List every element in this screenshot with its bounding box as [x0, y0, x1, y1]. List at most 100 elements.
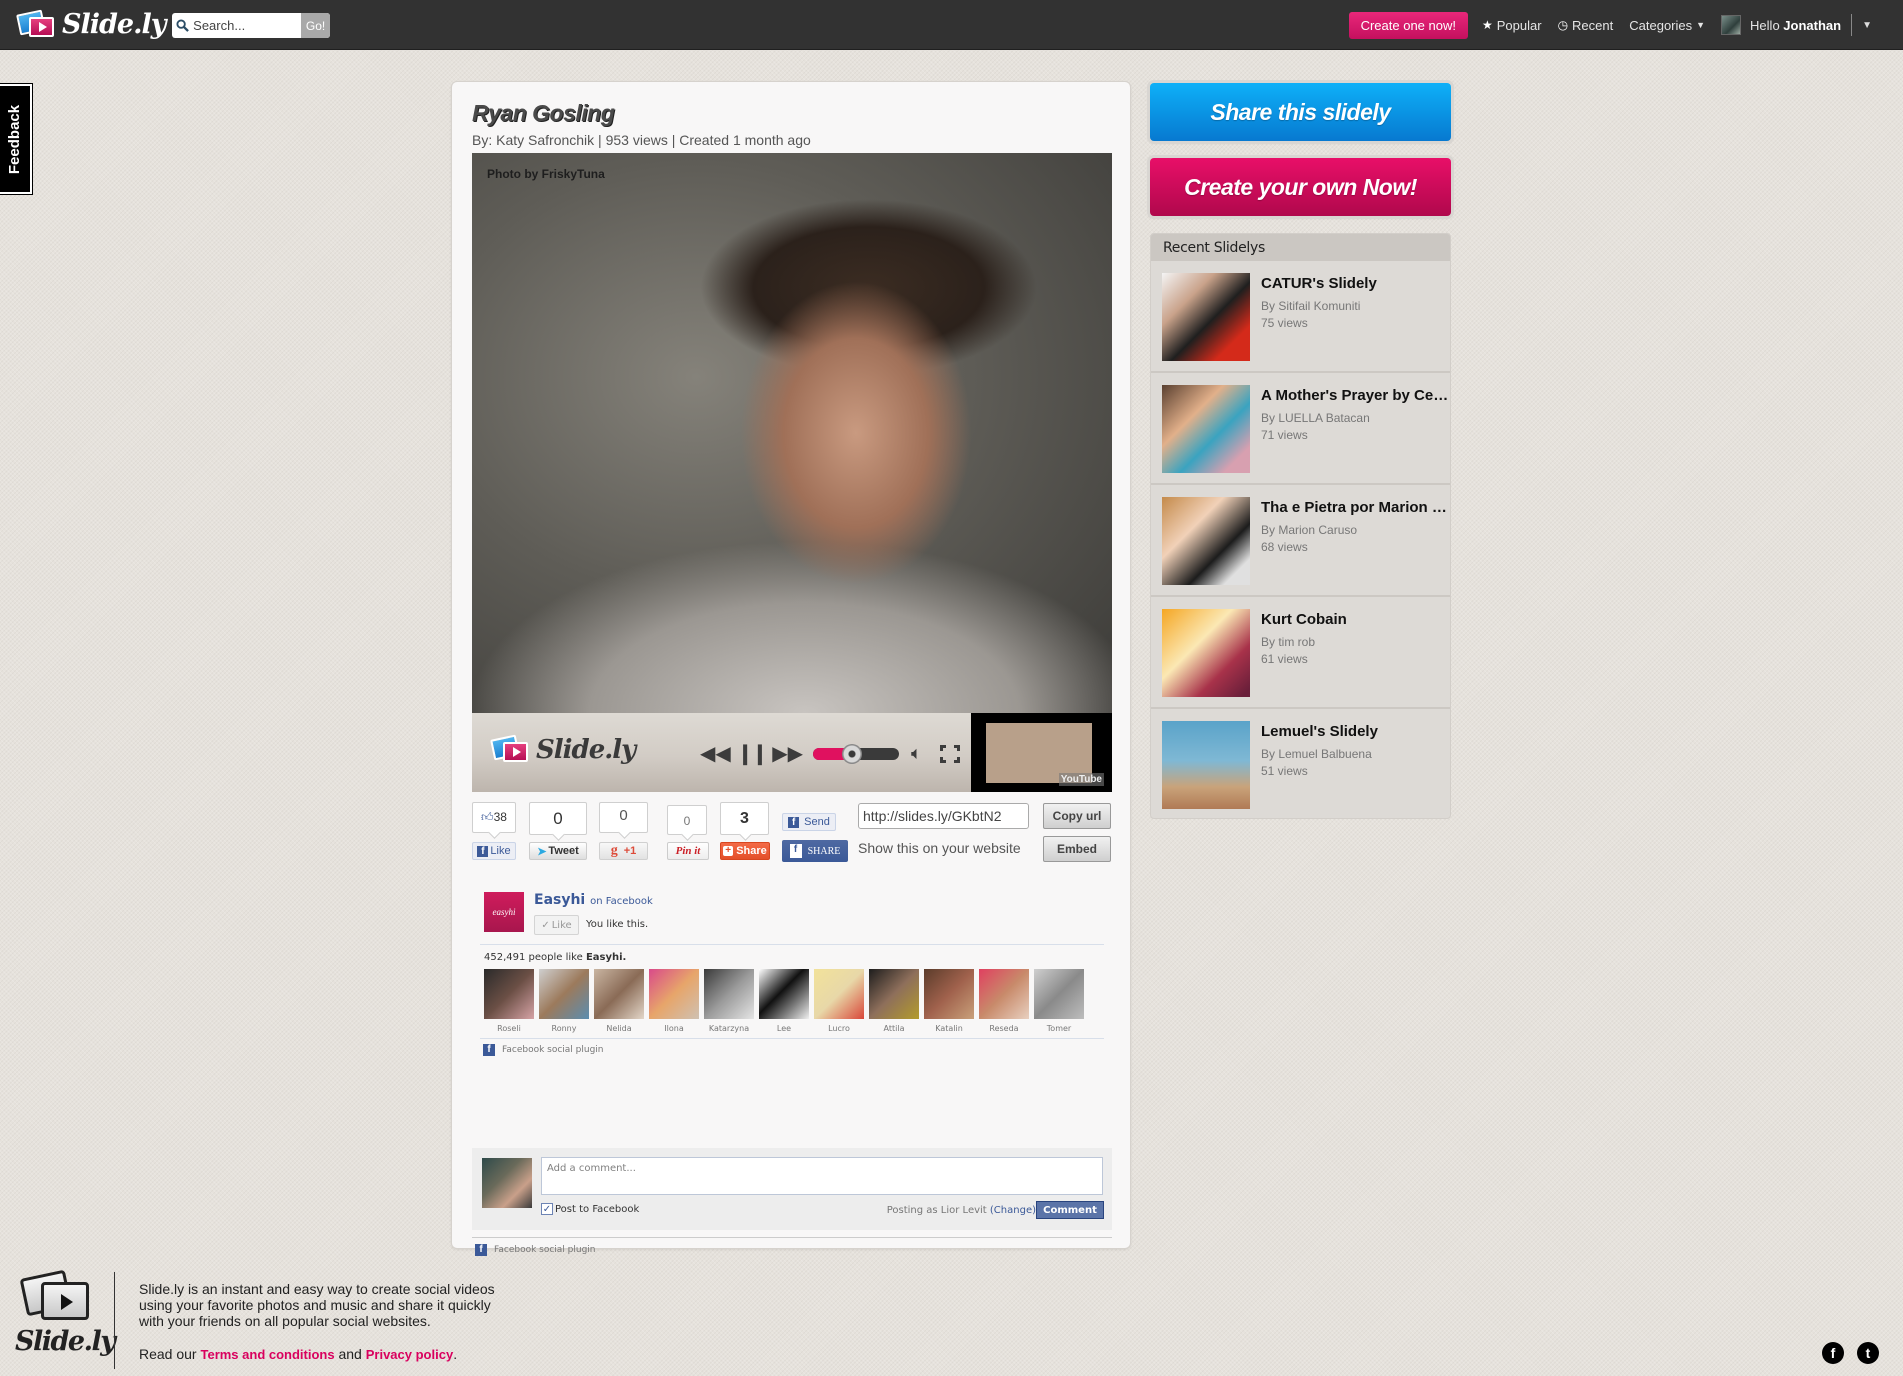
recent-slidely-item[interactable]: CATUR's Slidely By Sitifail Komuniti 75 vi…: [1151, 261, 1450, 373]
footer-logo[interactable]: Slide.ly: [15, 1269, 116, 1365]
fb-send-button[interactable]: f Send: [782, 813, 836, 831]
speaker-icon[interactable]: 🔈︎: [911, 743, 922, 764]
recent-author: By Sitifail Komuniti: [1261, 299, 1361, 313]
pause-icon[interactable]: ❙❙: [737, 744, 768, 764]
recent-thumbnail[interactable]: [1162, 385, 1250, 473]
recent-title[interactable]: Tha e Pietra por Marion Caruso: [1261, 499, 1449, 516]
fan-avatar[interactable]: [1034, 969, 1084, 1019]
fan-face[interactable]: Reseda: [979, 969, 1029, 1033]
fan-name[interactable]: Attila: [869, 1024, 919, 1033]
recent-thumbnail[interactable]: [1162, 609, 1250, 697]
fan-name[interactable]: Ilona: [649, 1024, 699, 1033]
fan-name[interactable]: Nelida: [594, 1024, 644, 1033]
nav-categories[interactable]: Categories ▼: [1629, 18, 1705, 33]
fast-forward-icon[interactable]: ▶▶: [772, 744, 803, 764]
recent-slidely-item[interactable]: Kurt Cobain By tim rob 61 views: [1151, 597, 1450, 709]
recent-title[interactable]: A Mother's Prayer by Celine Dion: [1261, 387, 1449, 404]
create-one-now-button[interactable]: Create one now!: [1348, 11, 1468, 39]
fan-avatar[interactable]: [594, 969, 644, 1019]
embed-button[interactable]: Embed: [1043, 836, 1111, 862]
easyhi-page-picture[interactable]: easyhi: [484, 892, 524, 932]
fb-comments-plugin-label[interactable]: f Facebook social plugin: [475, 1244, 596, 1256]
search-input[interactable]: [193, 13, 302, 38]
player-logo[interactable]: Slide.ly: [490, 734, 636, 765]
nav-popular[interactable]: ★ Popular: [1482, 18, 1542, 33]
fb-social-plugin-label[interactable]: f Facebook social plugin: [483, 1044, 604, 1056]
divider: [480, 1038, 1104, 1039]
share-this-slidely-button[interactable]: Share this slidely: [1150, 83, 1451, 141]
fan-name[interactable]: Ronny: [539, 1024, 589, 1033]
on-facebook-link[interactable]: on Facebook: [590, 896, 653, 907]
copy-url-button[interactable]: Copy url: [1043, 803, 1111, 829]
fan-name[interactable]: Katalin: [924, 1024, 974, 1033]
search-icon: [172, 13, 193, 38]
fan-avatar[interactable]: [924, 969, 974, 1019]
change-account-link[interactable]: (Change): [990, 1205, 1036, 1216]
fb-like-button[interactable]: f Like: [472, 842, 516, 860]
recent-slidely-item[interactable]: Tha e Pietra por Marion Caruso By Marion …: [1151, 485, 1450, 597]
search-go-button[interactable]: Go!: [301, 13, 330, 38]
fan-face[interactable]: Roseli: [484, 969, 534, 1033]
fan-avatar[interactable]: [539, 969, 589, 1019]
rewind-icon[interactable]: ◀◀: [700, 744, 731, 764]
volume-knob[interactable]: [841, 743, 862, 764]
recent-thumbnail[interactable]: [1162, 273, 1250, 361]
comment-submit-button[interactable]: Comment: [1036, 1201, 1104, 1219]
recent-title[interactable]: Kurt Cobain: [1261, 611, 1449, 628]
share-url-field[interactable]: [858, 803, 1029, 829]
fan-avatar[interactable]: [704, 969, 754, 1019]
fan-avatar[interactable]: [979, 969, 1029, 1019]
twitter-icon[interactable]: t: [1857, 1342, 1879, 1364]
recent-slidely-item[interactable]: Lemuel's Slidely By Lemuel Balbuena 51 vie…: [1151, 709, 1450, 818]
fan-avatar[interactable]: [484, 969, 534, 1019]
checkbox-checked-icon[interactable]: ✓: [541, 1203, 553, 1215]
fan-name[interactable]: Reseda: [979, 1024, 1029, 1033]
fan-face[interactable]: Nelida: [594, 969, 644, 1033]
user-avatar[interactable]: [1721, 15, 1742, 35]
fan-name[interactable]: Katarzyna: [704, 1024, 754, 1033]
fan-name[interactable]: Roseli: [484, 1024, 534, 1033]
fan-face[interactable]: Lee: [759, 969, 809, 1033]
privacy-link[interactable]: Privacy policy: [366, 1347, 453, 1362]
fan-avatar[interactable]: [759, 969, 809, 1019]
fan-face[interactable]: Ronny: [539, 969, 589, 1033]
comment-input[interactable]: [541, 1157, 1103, 1195]
volume-slider[interactable]: [813, 743, 900, 764]
create-your-own-button[interactable]: Create your own Now!: [1150, 158, 1451, 216]
fan-avatar[interactable]: [869, 969, 919, 1019]
youtube-preview[interactable]: YouTube: [971, 713, 1112, 792]
feedback-tab[interactable]: Feedback: [0, 84, 32, 194]
fan-avatar[interactable]: [649, 969, 699, 1019]
slide-photo[interactable]: Photo by FriskyTuna: [472, 153, 1112, 713]
addthis-share-button[interactable]: + Share: [720, 842, 770, 860]
facebook-icon[interactable]: f: [1822, 1342, 1844, 1364]
fan-face[interactable]: Ilona: [649, 969, 699, 1033]
recent-slidely-item[interactable]: A Mother's Prayer by Celine Dion By LUELL…: [1151, 373, 1450, 485]
tweet-button[interactable]: ➤ Tweet: [529, 842, 587, 860]
fb-page-liked-button[interactable]: ✓ Like: [534, 915, 579, 935]
fan-name[interactable]: Lucro: [814, 1024, 864, 1033]
fan-name[interactable]: Lee: [759, 1024, 809, 1033]
recent-title[interactable]: CATUR's Slidely: [1261, 275, 1449, 292]
pin-it-button[interactable]: Pin it: [667, 842, 709, 860]
fullscreen-icon[interactable]: [939, 744, 960, 763]
site-logo[interactable]: Slide.ly: [16, 9, 166, 40]
fan-name[interactable]: Tomer: [1034, 1024, 1084, 1033]
fan-face[interactable]: Attila: [869, 969, 919, 1033]
fan-face[interactable]: Tomer: [1034, 969, 1084, 1033]
user-greeting[interactable]: Hello Jonathan: [1750, 18, 1841, 33]
fb-share-button[interactable]: f SHARE: [782, 840, 848, 862]
user-menu-toggle[interactable]: ▼: [1862, 20, 1872, 31]
nav-recent[interactable]: ◷ Recent: [1558, 18, 1614, 33]
recent-thumbnail[interactable]: [1162, 721, 1250, 809]
gplus-button[interactable]: g +1: [599, 842, 648, 860]
fan-face[interactable]: Katalin: [924, 969, 974, 1033]
recent-title[interactable]: Lemuel's Slidely: [1261, 723, 1449, 740]
recent-thumbnail[interactable]: [1162, 497, 1250, 585]
post-to-facebook-checkbox[interactable]: ✓ Post to Facebook: [541, 1203, 639, 1215]
fan-avatar[interactable]: [814, 969, 864, 1019]
fb-page-link[interactable]: Easyhi on Facebook: [534, 892, 653, 908]
terms-link[interactable]: Terms and conditions: [200, 1347, 334, 1362]
fan-face[interactable]: Katarzyna: [704, 969, 754, 1033]
fan-face[interactable]: Lucro: [814, 969, 864, 1033]
